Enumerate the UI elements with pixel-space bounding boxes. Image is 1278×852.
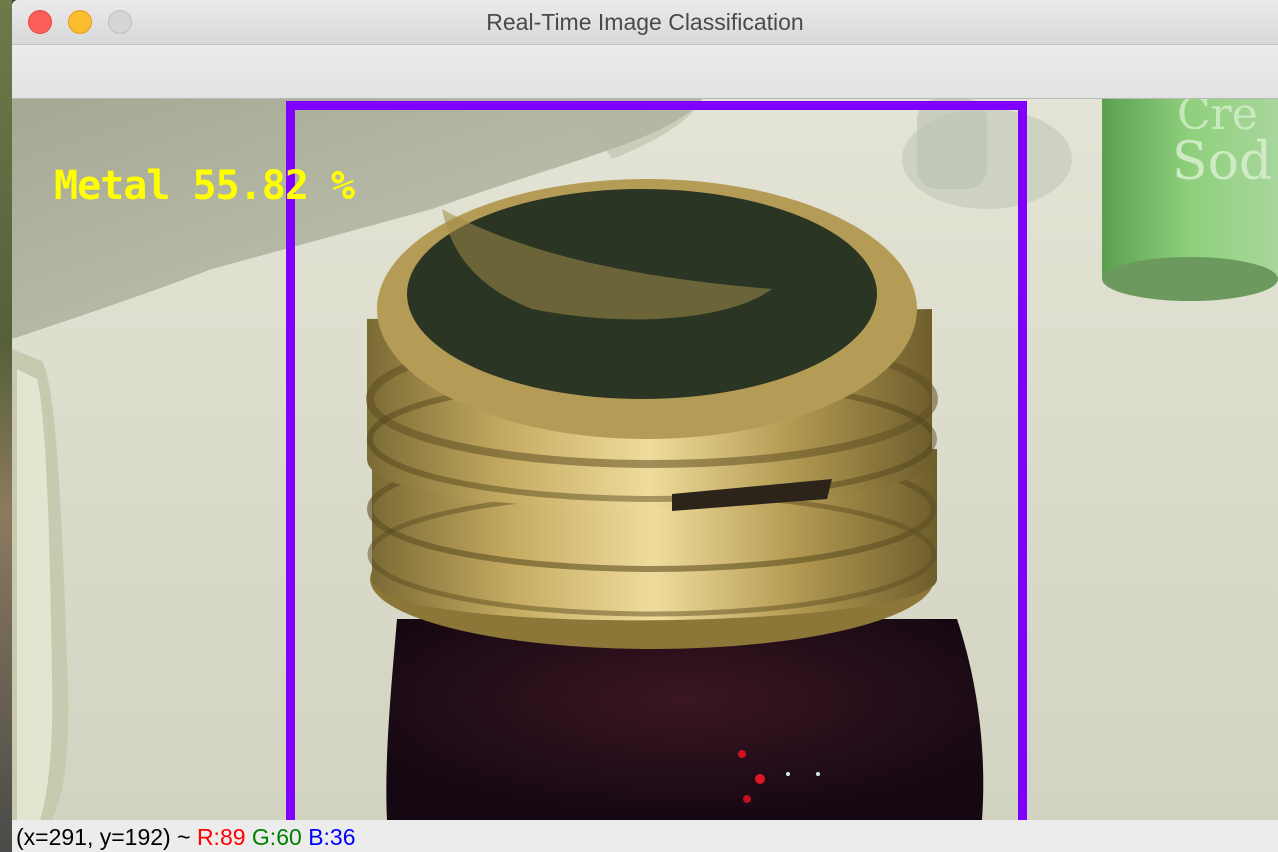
detection-bounding-box bbox=[286, 101, 1027, 820]
pixel-blue-value: B:36 bbox=[308, 824, 356, 850]
desktop-background bbox=[0, 0, 12, 852]
app-window: Real-Time Image Classification Sod Cre M… bbox=[12, 0, 1278, 852]
pixel-green-value: G:60 bbox=[251, 824, 302, 850]
cursor-coordinates: (x=291, y=192) ~ bbox=[16, 824, 191, 850]
toolbar bbox=[12, 45, 1278, 99]
window-title: Real-Time Image Classification bbox=[486, 9, 804, 35]
title-bar[interactable]: Real-Time Image Classification bbox=[12, 0, 1278, 45]
svg-text:Cre: Cre bbox=[1177, 99, 1258, 140]
status-bar: (x=291, y=192) ~ R:89 G:60 B:36 bbox=[12, 820, 1278, 852]
prediction-label: Metal 55.82 % bbox=[54, 163, 355, 209]
svg-text:Sod: Sod bbox=[1172, 132, 1272, 192]
pixel-red-value: R:89 bbox=[196, 824, 246, 850]
video-frame[interactable]: Sod Cre Metal 55.82 % bbox=[12, 99, 1278, 820]
